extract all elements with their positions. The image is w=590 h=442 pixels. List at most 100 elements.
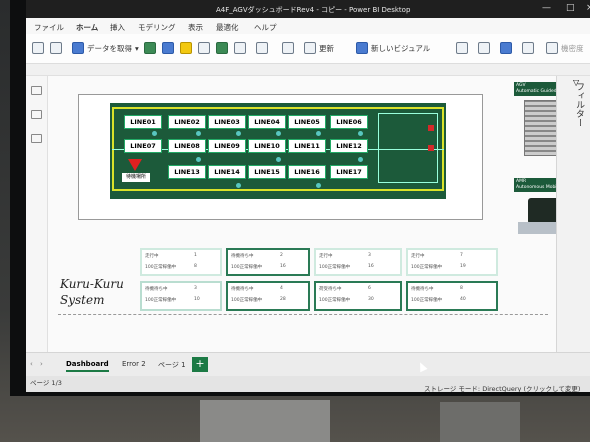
refresh-icon [304,42,316,54]
line-station[interactable]: LINE09 [208,139,246,153]
tab-page-1[interactable]: ページ 1 [158,360,186,370]
quick-access-row [26,64,590,76]
transform-dropdown-icon[interactable] [282,42,294,54]
line-station[interactable]: LINE07 [124,139,162,153]
more-visuals-icon[interactable] [478,42,490,54]
quick-measure-icon[interactable] [500,42,512,54]
table-view-icon[interactable] [31,110,42,119]
tab-error-2[interactable]: Error 2 [122,360,146,368]
report-view-icon[interactable] [31,86,42,95]
agv-position-dot [276,157,281,162]
tab-file[interactable]: ファイル [34,22,64,33]
chevron-down-icon[interactable]: ▽ [573,78,579,87]
line-station[interactable]: LINE14 [208,165,246,179]
new-visual-button[interactable]: 新しいビジュアル [356,42,430,54]
status-card[interactable]: 走行中 3 100正常稼働中 16 [314,248,402,276]
line-station[interactable]: LINE15 [248,165,286,179]
ribbon-tabs: ファイル ホーム 挿入 モデリング 表示 最適化 ヘルプ [26,18,590,36]
agv-track [112,189,444,191]
status-card[interactable]: 荷受待ち中 6 100正常稼働中 30 [314,281,402,311]
status-card[interactable]: 走行中 1 100正常稼働中 8 [140,248,222,276]
monitor-stand [200,400,330,442]
line-station[interactable]: LINE04 [248,115,286,129]
line-station[interactable]: LINE05 [288,115,326,129]
agv-track [112,107,444,109]
calculation-icon[interactable] [522,42,534,54]
agv-position-dot [196,131,201,136]
system-title: Kuru-Kuru System [60,277,124,307]
line-station[interactable]: LINE17 [330,165,368,179]
divider [58,314,548,315]
get-data-button[interactable]: データを取得 ▾ [72,42,139,54]
status-card[interactable]: 待機待ち中 8 100正常稼働中 40 [406,281,498,311]
line-station[interactable]: LINE08 [168,139,206,153]
agv-position-dot [358,157,363,162]
tab-dashboard[interactable]: Dashboard [66,360,109,372]
tab-view[interactable]: 表示 [188,22,203,33]
line-station[interactable]: LINE06 [330,115,368,129]
chart-icon [356,42,368,54]
minimize-icon[interactable]: — [542,3,551,13]
excel-icon[interactable] [144,42,156,54]
line-station[interactable]: LINE01 [124,115,162,129]
model-view-icon[interactable] [31,134,42,143]
agv-position-dot [152,131,157,136]
window-title: A4F_AGVダッシュボードRev4 - コピー - Power BI Desk… [216,6,411,14]
tab-insert[interactable]: 挿入 [110,22,125,33]
database-icon [72,42,84,54]
line-station[interactable]: LINE11 [288,139,326,153]
agv-position-dot [316,131,321,136]
sql-server-icon[interactable] [180,42,192,54]
refresh-button[interactable]: 更新 [304,42,334,54]
line-station[interactable]: LINE16 [288,165,326,179]
close-icon[interactable]: × [586,3,590,13]
line-station[interactable]: LINE12 [330,139,368,153]
paste-icon[interactable] [32,42,44,54]
status-card[interactable]: 待機待ち中 4 100正常稼働中 28 [226,281,310,311]
tab-modeling[interactable]: モデリング [138,22,176,33]
home-toolbar: データを取得 ▾ 更新 新しいビジュアル 機密度 [26,34,590,64]
line-station[interactable]: LINE03 [208,115,246,129]
enter-data-icon[interactable] [198,42,210,54]
power-bi-window: A4F_AGVダッシュボードRev4 - コピー - Power BI Desk… [26,0,590,392]
status-card[interactable]: 待機待ち中 3 100正常稼働中 10 [140,281,222,311]
agv-position-dot [236,131,241,136]
page-indicator: ページ 1/3 [30,379,62,387]
title-bar: A4F_AGVダッシュボードRev4 - コピー - Power BI Desk… [26,0,590,18]
monitor-bezel: A4F_AGVダッシュボードRev4 - コピー - Power BI Desk… [10,0,590,396]
text-box-icon[interactable] [456,42,468,54]
page-nav-next-icon[interactable]: › [40,360,43,368]
storage-mode[interactable]: ストレージ モード: DirectQuery (クリックして変更) [424,383,580,392]
line-station[interactable]: LINE10 [248,139,286,153]
maximize-icon[interactable]: □ [566,3,575,13]
alert-marker [428,145,434,151]
agv-position-dot [358,131,363,136]
page-nav-prev-icon[interactable]: ‹ [30,360,33,368]
status-bar: ページ 1/3 ストレージ モード: DirectQuery (クリックして変更… [26,376,590,392]
status-card[interactable]: 走行中 7 100正常稼働中 19 [406,248,498,276]
standby-label: 待機場所 [122,173,150,182]
page-tabs-bar: ‹ › Dashboard Error 2 ページ 1 + [26,352,590,376]
onelake-icon[interactable] [162,42,174,54]
sensitivity-button[interactable]: 機密度 [546,42,584,54]
filter-pane[interactable]: フィルター ▽ [556,76,590,352]
status-card[interactable]: 待機待ち中 2 100正常稼働中 16 [226,248,310,276]
transform-data-icon[interactable] [256,42,268,54]
equipment [440,402,520,442]
add-page-button[interactable]: + [192,357,208,372]
line-station[interactable]: LINE13 [168,165,206,179]
agv-position-dot [316,183,321,188]
agv-position-dot [196,157,201,162]
floorplan-area: LINE01 LINE02 LINE03 LINE04 LINE05 LINE0… [110,103,446,199]
report-canvas: LINE01 LINE02 LINE03 LINE04 LINE05 LINE0… [48,76,582,352]
chevron-down-icon: ▾ [135,43,139,53]
tab-help[interactable]: ヘルプ [254,22,277,33]
dataverse-icon[interactable] [216,42,228,54]
standby-warning-icon [128,159,142,171]
agv-position-dot [276,131,281,136]
agv-position-dot [236,183,241,188]
tab-optimize[interactable]: 最適化 [216,22,239,33]
recent-sources-icon[interactable] [234,42,246,54]
copy-icon[interactable] [50,42,62,54]
line-station[interactable]: LINE02 [168,115,206,129]
